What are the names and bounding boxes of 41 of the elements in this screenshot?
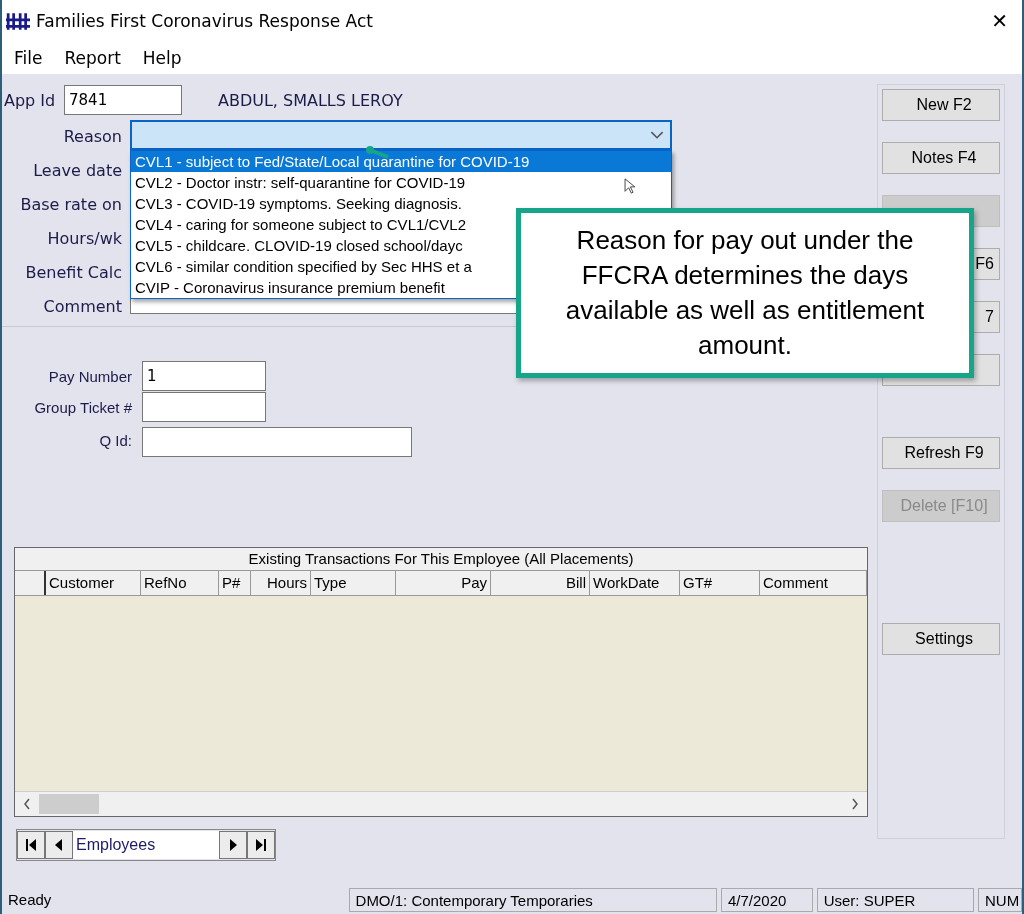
column-header[interactable]: Hours: [251, 571, 311, 595]
dropdown-option[interactable]: CVL1 - subject to Fed/State/Local quarantine for COVID-19: [131, 151, 671, 172]
field-label: Hours/wk: [47, 228, 122, 250]
column-header[interactable]: RefNo: [141, 571, 219, 595]
field-label: Comment: [43, 296, 122, 318]
field-label: Pay Number: [47, 367, 132, 385]
menu-item[interactable]: File: [14, 48, 43, 68]
input-field[interactable]: 1: [142, 361, 266, 391]
field-label: Group Ticket #: [33, 398, 132, 416]
action-button[interactable]: New F2: [882, 89, 1000, 121]
column-header[interactable]: WorkDate: [590, 571, 680, 595]
action-button[interactable]: Settings: [882, 623, 1000, 655]
status-pane: NUM: [978, 888, 1022, 912]
column-header[interactable]: GT#: [680, 571, 760, 595]
field-label: Benefit Calc: [25, 262, 122, 284]
field-label: App Id: [4, 90, 57, 110]
column-header[interactable]: Bill: [491, 571, 590, 595]
status-pane: DMO/1: Contemporary Temporaries: [348, 888, 717, 912]
field-label: Q Id:: [98, 431, 132, 449]
close-button[interactable]: ✕: [991, 9, 1008, 33]
column-header[interactable]: P#: [219, 571, 251, 595]
status-pane: Ready: [7, 890, 53, 910]
field-label: Reason: [63, 126, 122, 148]
menu-item[interactable]: Help: [142, 48, 182, 68]
action-button[interactable]: Refresh F9: [882, 437, 1000, 469]
employee-name: ABDUL, SMALLS LEROY: [218, 90, 403, 110]
column-header[interactable]: Type: [311, 571, 396, 595]
window-title: Families First Coronavirus Response Act: [36, 11, 374, 31]
dropdown-option[interactable]: CVL2 - Doctor instr: self-quarantine for COVID-19: [131, 172, 671, 193]
table-title: Existing Transactions For This Employee (All Placements): [15, 548, 867, 571]
column-header[interactable]: Customer: [46, 571, 141, 595]
column-header[interactable]: Pay: [396, 571, 491, 595]
callout-tooltip: Reason for pay out under the FFCRA determines the days available as well as entitlement amount.: [516, 208, 974, 378]
column-header[interactable]: Comment: [760, 571, 867, 595]
app-id-field[interactable]: 7841: [64, 85, 182, 115]
status-pane: 4/7/2020: [721, 888, 813, 912]
action-button[interactable]: Notes F4: [882, 142, 1000, 174]
field-label: Leave date: [33, 160, 122, 182]
field-label: Base rate on: [20, 194, 122, 216]
menu-item[interactable]: Report: [64, 48, 121, 68]
status-pane: User: SUPER: [816, 888, 974, 912]
